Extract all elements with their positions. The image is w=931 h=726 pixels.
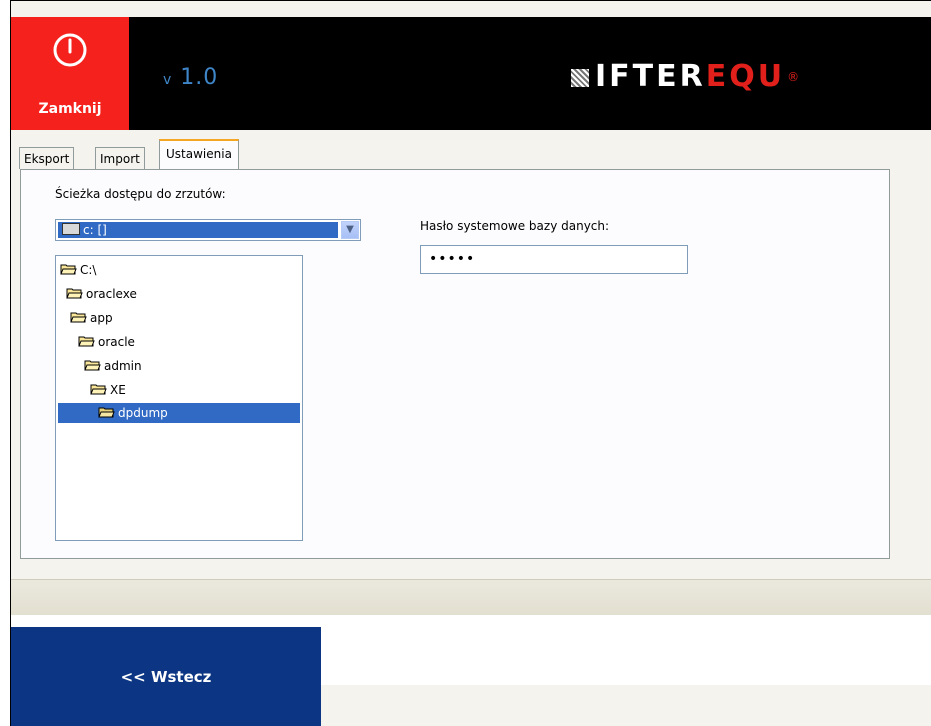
tree-item[interactable]: app [70, 308, 113, 328]
close-button[interactable]: Zamknij [11, 17, 129, 130]
tree-item-selected[interactable]: dpdump [58, 403, 300, 423]
tab-ustawienia[interactable]: Ustawienia [159, 139, 239, 170]
separator-strip [11, 579, 931, 616]
folder-open-icon [90, 384, 107, 395]
power-icon [53, 33, 87, 67]
drive-icon [62, 223, 80, 235]
tree-item[interactable]: XE [90, 380, 126, 400]
tree-item[interactable]: C:\ [60, 260, 96, 280]
drive-value: c: [] [83, 223, 107, 237]
folder-open-icon [70, 312, 87, 323]
drive-select[interactable]: c: [] ▼ [55, 219, 361, 241]
brand-logo: IFTEREQU ® [571, 59, 802, 99]
header-bar: Zamknij v 1.0 IFTEREQU ® [11, 17, 931, 130]
tree-item-label: admin [104, 359, 142, 373]
folder-tree[interactable]: C:\ oraclexe app oracle admin XE dpdump [55, 255, 303, 541]
tab-import[interactable]: Import [95, 147, 145, 169]
dump-path-label: Ścieżka dostępu do zrzutów: [55, 187, 226, 201]
logo-text-white: IFTER [595, 59, 706, 94]
db-password-field[interactable]: ••••• [420, 245, 688, 274]
tree-item-label: oraclexe [86, 287, 137, 301]
tree-item-label: C:\ [80, 263, 97, 277]
tab-eksport[interactable]: Eksport [19, 147, 75, 169]
tree-item[interactable]: oraclexe [66, 284, 137, 304]
tree-item-label: oracle [98, 335, 135, 349]
folder-open-icon [84, 360, 101, 371]
db-password-label: Hasło systemowe bazy danych: [420, 219, 610, 233]
logo-text-red: EQU [705, 59, 786, 94]
version-prefix: v [163, 72, 173, 88]
folder-open-icon [98, 407, 115, 418]
tree-item[interactable]: oracle [78, 332, 135, 352]
back-button[interactable]: << Wstecz [11, 627, 321, 726]
application-window: Zamknij v 1.0 IFTEREQU ® Eksport Import U… [10, 0, 931, 726]
logo-pattern-icon [571, 68, 589, 87]
chevron-down-icon[interactable]: ▼ [341, 221, 359, 239]
drive-selected-value: c: [] [58, 222, 338, 238]
version-number: 1.0 [180, 65, 219, 90]
tree-item[interactable]: admin [84, 356, 142, 376]
tree-item-label: app [90, 311, 113, 325]
version-label: v 1.0 [163, 65, 218, 90]
tree-item-label: XE [110, 383, 126, 397]
close-button-label: Zamknij [38, 101, 102, 117]
registered-mark: ® [787, 70, 803, 84]
tree-item-label: dpdump [118, 406, 168, 420]
folder-open-icon [66, 288, 83, 299]
folder-open-icon [60, 264, 77, 275]
folder-open-icon [78, 336, 95, 347]
